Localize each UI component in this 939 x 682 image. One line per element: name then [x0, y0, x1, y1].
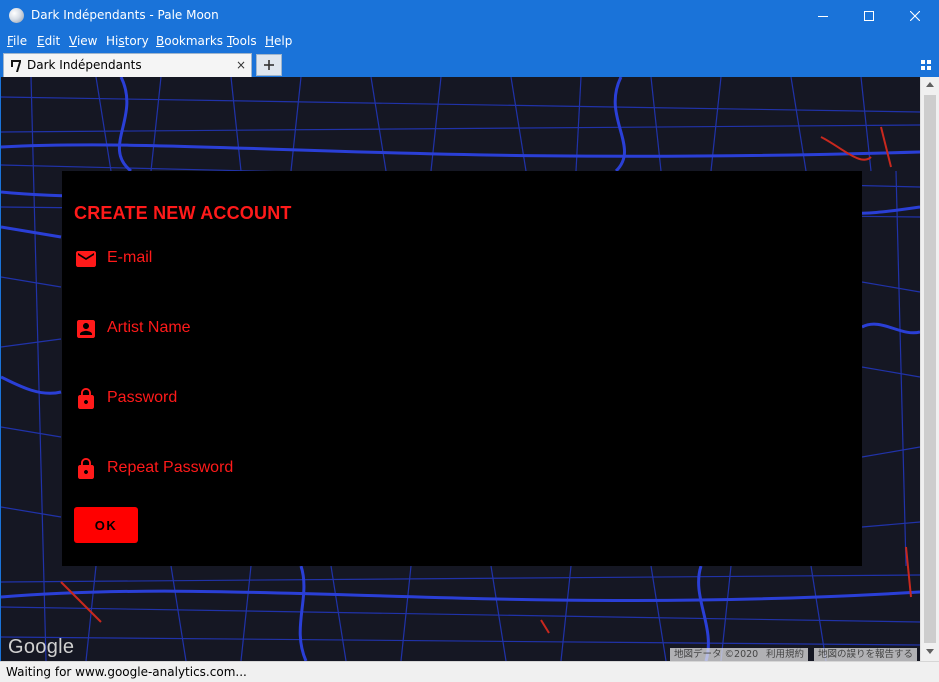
minimize-icon [818, 15, 828, 17]
window-title: Dark Indépendants - Pale Moon [31, 8, 219, 22]
menu-bar: File Edit View History Bookmarks Tools H… [0, 31, 939, 52]
vertical-scrollbar[interactable] [920, 77, 939, 661]
close-icon [910, 10, 920, 21]
menu-file[interactable]: File [7, 34, 27, 48]
artist-name-field[interactable]: Artist Name [74, 317, 834, 341]
lock-icon [78, 388, 94, 409]
repeat-password-field[interactable]: Repeat Password [74, 457, 834, 481]
tab-dark-independants[interactable]: Dark Indépendants × [3, 53, 252, 77]
status-bar: Waiting for www.google-analytics.com... [0, 661, 939, 682]
page-title: CREATE NEW ACCOUNT [74, 203, 292, 223]
tab-bar: Dark Indépendants × [0, 52, 939, 77]
menu-edit[interactable]: Edit [37, 34, 60, 48]
page-content: CREATE NEW ACCOUNT E-mail Artist Name Pa… [1, 77, 920, 661]
terms-link[interactable]: 利用規約 [762, 648, 809, 661]
scroll-up-icon[interactable] [926, 82, 934, 87]
ok-button[interactable]: OK [74, 507, 138, 543]
plus-icon [264, 60, 274, 70]
create-account-panel: CREATE NEW ACCOUNT E-mail Artist Name Pa… [62, 171, 862, 566]
pale-moon-icon [9, 8, 24, 23]
close-window-button[interactable] [892, 0, 938, 31]
account-box-icon [77, 320, 95, 338]
maximize-icon [864, 10, 874, 21]
tab-close-icon[interactable]: × [236, 58, 246, 72]
status-text: Waiting for www.google-analytics.com... [6, 665, 247, 679]
repeat-password-label: Repeat Password [107, 459, 234, 476]
title-bar: Dark Indépendants - Pale Moon [0, 0, 939, 31]
menu-bookmarks[interactable]: Bookmarks [156, 34, 223, 48]
lock-icon [78, 458, 94, 479]
new-tab-button[interactable] [256, 54, 282, 76]
menu-history[interactable]: History [106, 34, 149, 48]
email-label: E-mail [107, 249, 153, 266]
menu-help[interactable]: Help [265, 34, 292, 48]
menu-tools[interactable]: Tools [227, 34, 257, 48]
scrollbar-thumb[interactable] [924, 95, 936, 643]
email-field[interactable]: E-mail [74, 247, 834, 271]
site-favicon-icon [11, 60, 21, 72]
minimize-button[interactable] [800, 0, 846, 31]
password-label: Password [107, 389, 178, 406]
menu-view[interactable]: View [69, 34, 97, 48]
report-error-link[interactable]: 地図の誤りを報告する [814, 648, 918, 661]
scroll-down-icon[interactable] [926, 649, 934, 654]
artist-name-label: Artist Name [107, 319, 191, 336]
tab-title: Dark Indépendants [27, 58, 142, 72]
maximize-button[interactable] [846, 0, 892, 31]
tab-list-icon[interactable] [920, 59, 932, 71]
password-field[interactable]: Password [74, 387, 834, 411]
email-icon [76, 251, 96, 267]
google-logo[interactable]: Google [8, 636, 74, 659]
map-data-attribution: 地図データ ©2020 [670, 648, 763, 661]
